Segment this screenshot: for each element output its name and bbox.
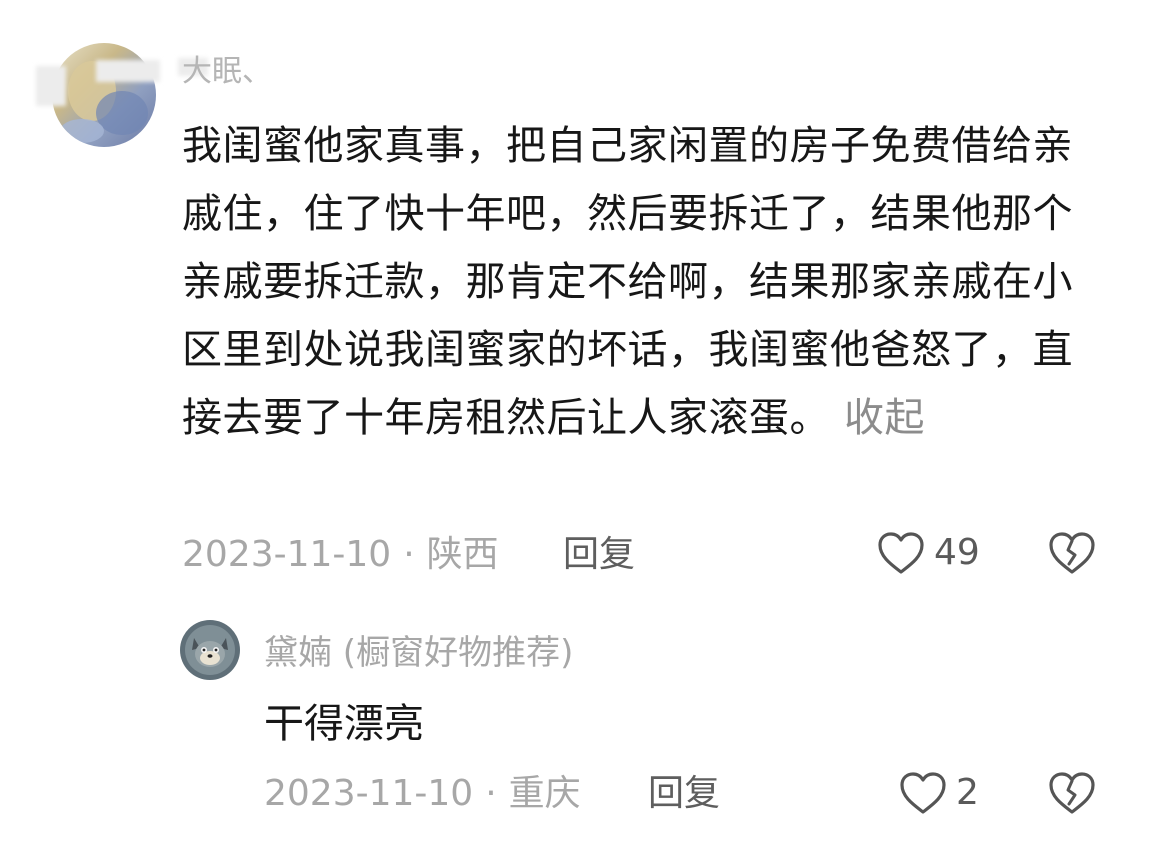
reply-like-button[interactable]: 2 xyxy=(898,770,979,816)
reply-dislike-button[interactable] xyxy=(1048,770,1096,816)
reply-date: 2023-11-10 xyxy=(264,773,474,814)
reply-username[interactable]: 黛婻 (橱窗好物推荐) xyxy=(264,631,573,675)
comment-avatar[interactable] xyxy=(52,43,156,147)
reply-button[interactable]: 回复 xyxy=(563,532,635,578)
broken-heart-icon xyxy=(1048,772,1096,820)
reply-reply-button[interactable]: 回复 xyxy=(648,771,720,817)
dislike-button[interactable] xyxy=(1048,530,1096,576)
reply-location: 重庆 xyxy=(508,773,581,814)
comment-date: 2023-11-10 xyxy=(182,534,392,575)
comment-meta: 2023-11-10 · 陕西 xyxy=(182,532,499,578)
reply-text: 干得漂亮 xyxy=(264,701,424,747)
comment-location: 陕西 xyxy=(426,534,499,575)
meta-separator: · xyxy=(485,773,497,814)
reply-meta: 2023-11-10 · 重庆 xyxy=(264,771,581,817)
like-button[interactable]: 49 xyxy=(876,530,980,576)
meta-separator: · xyxy=(403,534,415,575)
collapse-link[interactable]: 收起 xyxy=(844,395,925,441)
broken-heart-icon xyxy=(1048,532,1096,580)
comment-username[interactable]: 大眠、 xyxy=(182,52,272,92)
comment-text-block: 我闺蜜他家真事，把自己家闲置的房子免费借给亲戚住，住了快十年吧，然后要拆迁了，结… xyxy=(182,112,1092,452)
reply-avatar[interactable] xyxy=(180,620,240,680)
like-count: 49 xyxy=(934,532,980,573)
heart-outline-icon xyxy=(876,530,926,576)
avatar-mosaic xyxy=(96,60,160,82)
comment-text: 我闺蜜他家真事，把自己家闲置的房子免费借给亲戚住，住了快十年吧，然后要拆迁了，结… xyxy=(182,123,1073,441)
reply-like-count: 2 xyxy=(956,772,979,813)
avatar-mosaic xyxy=(36,66,66,106)
heart-outline-icon xyxy=(898,770,948,816)
